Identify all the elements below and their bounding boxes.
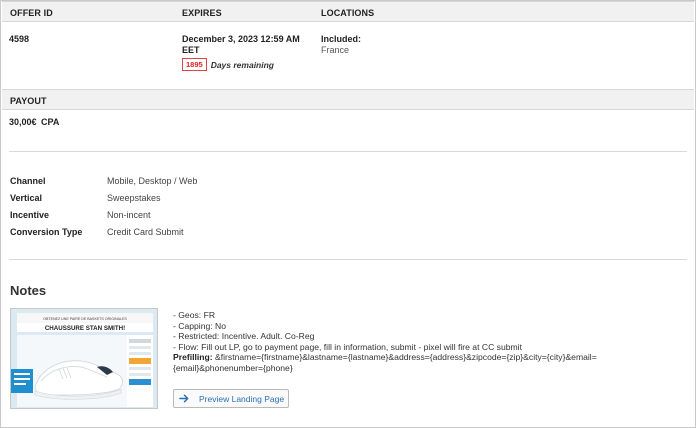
attr-value-conversion-type: Credit Card Submit	[107, 227, 184, 237]
offer-header-row: OFFER ID EXPIRES LOCATIONS	[2, 1, 694, 22]
days-remaining-label: Days remaining	[210, 59, 274, 70]
preview-landing-page-label: Preview Landing Page	[199, 393, 285, 404]
offer-id-value: 4598	[9, 34, 30, 44]
attr-value-incentive: Non-incent	[107, 210, 151, 220]
days-remaining: 1895 Days remaining	[182, 58, 274, 71]
divider	[9, 259, 687, 260]
divider	[9, 151, 687, 152]
arrow-right-icon	[179, 394, 189, 403]
prefilling-label: Prefilling:	[173, 352, 213, 363]
landing-page-thumbnail[interactable]: OBTENEZ UNE PAIRE DE BASKETS ORIGINALES …	[10, 308, 158, 409]
payout-type: CPA	[41, 117, 60, 127]
locations-included-label: Included:	[321, 34, 361, 44]
payout-value: 30,00€ CPA	[9, 117, 59, 127]
locations-value: France	[321, 45, 350, 55]
thumb-small-text: OBTENEZ UNE PAIRE DE BASKETS ORIGINALES	[43, 317, 127, 321]
attr-label-conversion-type: Conversion Type	[10, 227, 83, 237]
note-line-geos: - Geos: FR	[173, 310, 216, 320]
header-offer-id: OFFER ID	[10, 8, 53, 18]
attr-label-vertical: Vertical	[10, 193, 43, 203]
expires-date: December 3, 2023 12:59 AM	[182, 34, 300, 44]
header-payout: PAYOUT	[10, 96, 47, 106]
note-line-prefilling: Prefilling: &firstname={firstname}&lastn…	[173, 352, 597, 363]
payout-amount: 30,00€	[9, 117, 37, 127]
notes-title: Notes	[10, 283, 47, 298]
note-line-flow: - Flow: Fill out LP, go to payment page,…	[173, 341, 522, 352]
note-line-restricted: - Restricted: Incentive. Adult. Co-Reg	[173, 331, 315, 342]
offer-details-panel: OFFER ID EXPIRES LOCATIONS 4598 December…	[0, 0, 696, 428]
attr-value-vertical: Sweepstakes	[107, 193, 161, 203]
attr-label-channel: Channel	[10, 176, 46, 186]
payout-header-row: PAYOUT	[2, 89, 694, 110]
attr-value-channel: Mobile, Desktop / Web	[107, 176, 198, 186]
note-line-capping: - Capping: No	[173, 320, 227, 331]
prefilling-value: &firstname={firstname}&lastname={lastnam…	[212, 352, 597, 363]
thumb-headline: CHAUSSURE STAN SMITH!	[45, 325, 125, 332]
header-locations: LOCATIONS	[321, 8, 375, 18]
notes-content: - Geos: FR - Capping: No - Restricted: I…	[173, 310, 597, 374]
preview-landing-page-button[interactable]: Preview Landing Page	[173, 389, 289, 408]
attr-label-incentive: Incentive	[10, 210, 50, 220]
note-line-prefilling-cont: {email}&phonenumber={phone}	[173, 362, 293, 373]
header-expires: EXPIRES	[182, 8, 222, 18]
expires-timezone: EET	[182, 45, 200, 55]
days-count-badge: 1895	[182, 58, 207, 71]
landing-page-image: OBTENEZ UNE PAIRE DE BASKETS ORIGINALES …	[11, 309, 157, 408]
